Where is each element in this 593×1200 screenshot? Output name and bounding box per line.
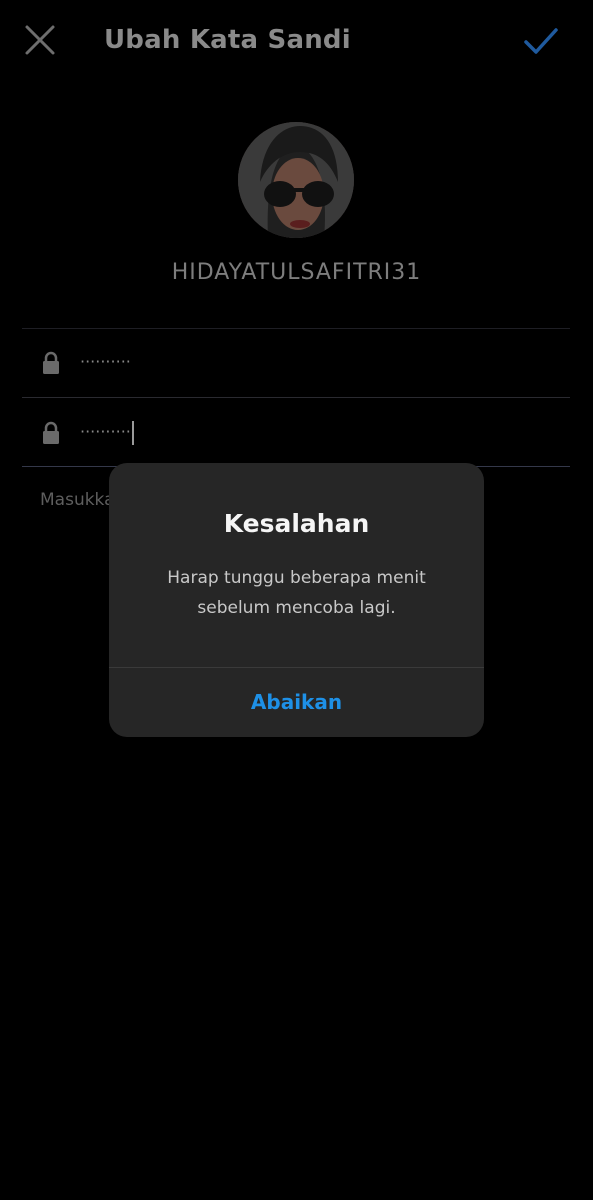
top-app-bar: Ubah Kata Sandi bbox=[0, 0, 593, 80]
helper-text: Masukka bbox=[40, 490, 115, 510]
dismiss-button[interactable]: Abaikan bbox=[109, 668, 484, 737]
lock-icon bbox=[42, 421, 60, 445]
lock-icon bbox=[42, 351, 60, 375]
divider bbox=[22, 397, 570, 398]
password-value: ·········· bbox=[80, 422, 131, 441]
dialog-message-line: Harap tunggu beberapa menit bbox=[167, 568, 426, 588]
page-title: Ubah Kata Sandi bbox=[104, 25, 351, 55]
current-password-field[interactable]: ·········· bbox=[22, 329, 570, 397]
new-password-field[interactable]: ·········· bbox=[22, 399, 570, 467]
dialog-message: Harap tunggu beberapa menit sebelum menc… bbox=[129, 563, 464, 623]
password-value-wrap: ·········· bbox=[80, 417, 134, 447]
check-icon[interactable] bbox=[522, 24, 560, 58]
close-icon[interactable] bbox=[22, 22, 58, 58]
password-value: ·········· bbox=[80, 352, 131, 371]
avatar[interactable] bbox=[238, 122, 354, 238]
profile-username: HIDAYATULSAFITRI31 bbox=[171, 260, 422, 285]
text-caret bbox=[131, 420, 134, 445]
dialog-title: Kesalahan bbox=[223, 509, 370, 538]
error-dialog: Kesalahan Harap tunggu beberapa menit se… bbox=[109, 463, 484, 737]
dialog-message-line: sebelum mencoba lagi. bbox=[197, 598, 396, 618]
